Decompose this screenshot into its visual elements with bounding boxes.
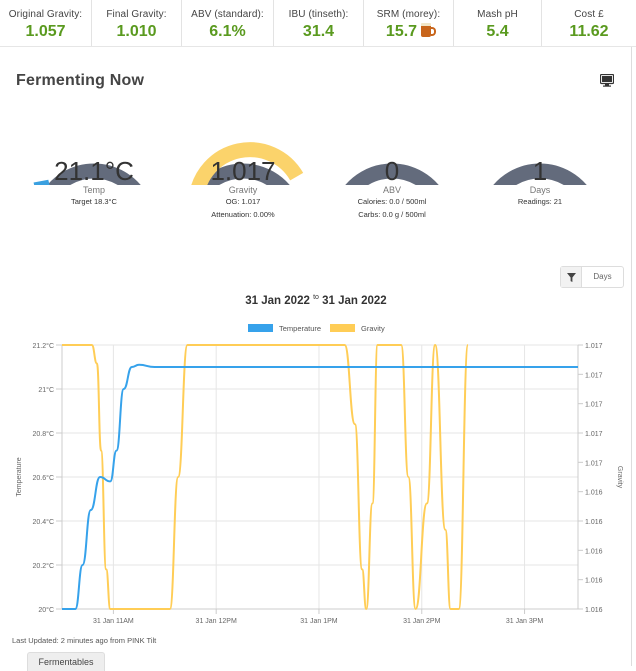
chart-legend: Temperature Gravity	[248, 324, 385, 333]
x-tick-label: 31 Jan 2PM	[403, 618, 441, 625]
panel-title: Fermenting Now	[16, 72, 145, 89]
legend-temperature-swatch	[248, 324, 273, 332]
abv-value: 0	[384, 156, 400, 186]
stat-value: 1.057	[0, 23, 91, 41]
stat-label: IBU (tinseth):	[288, 9, 349, 20]
gravity-og: OG: 1.017	[225, 197, 261, 206]
abv-gauge: 0 ABV Calories: 0.0 / 500ml Carbs: 0.0 g…	[326, 105, 458, 225]
left-tick-label: 21°C	[38, 386, 54, 394]
right-tick-label: 1.016	[585, 548, 603, 555]
tab-fermentables[interactable]: Fermentables	[27, 652, 105, 671]
recipe-stats-bar: Original Gravity: 1.057 Final Gravity: 1.01…	[0, 0, 636, 47]
filter-label: Days	[593, 272, 612, 281]
date-sep: to	[313, 294, 319, 301]
stat-value: 6.1%	[182, 23, 273, 41]
right-tick-label: 1.016	[585, 519, 603, 526]
stat-5: Mash pH 5.4	[454, 0, 542, 46]
y-axis-right-title: Gravity	[616, 466, 623, 489]
left-tick-label: 21.2°C	[33, 342, 54, 350]
y-axis-left-title: Temperature	[16, 457, 23, 496]
x-tick-label: 31 Jan 11AM	[93, 618, 134, 625]
right-tick-label: 1.016	[585, 578, 603, 585]
temp-target: Target 18.3°C	[71, 197, 117, 206]
days-value: 1	[532, 156, 548, 186]
stat-label: Original Gravity:	[8, 9, 83, 20]
fermentation-chart: Temperature Gravity 21.2°C 21°C 20.8°C 20.6°C…	[16, 324, 623, 625]
stat-value: 11.62	[542, 23, 636, 41]
temp-value: 21.1°C	[54, 156, 134, 186]
right-tick-label: 1.017	[585, 460, 603, 467]
x-tick-label: 31 Jan 3PM	[506, 618, 544, 625]
abv-carbs: Carbs: 0.0 g / 500ml	[358, 210, 426, 219]
stat-6: Cost £ 11.62	[542, 0, 636, 46]
legend-gravity-label: Gravity	[361, 324, 385, 333]
abv-label: ABV	[382, 185, 401, 195]
left-tick-label: 20.8°C	[33, 430, 54, 438]
stat-1: Final Gravity: 1.010	[92, 0, 182, 46]
stat-value-text: 11.62	[569, 23, 609, 40]
stat-3: IBU (tinseth): 31.4	[274, 0, 364, 46]
stat-value: 31.4	[274, 23, 363, 41]
stat-value-text: 5.4	[486, 23, 509, 40]
legend-gravity-swatch	[330, 324, 355, 332]
stat-value-text: 1.010	[116, 23, 157, 40]
beer-mug-icon	[421, 23, 437, 37]
left-tick-label: 20°C	[38, 606, 54, 614]
temperature-line	[62, 363, 578, 610]
fermenting-panel: Fermenting Now 21.1°C Temp Target 18.3°C…	[0, 47, 632, 671]
days-gauge: 1 Days Readings: 21	[474, 105, 606, 225]
gravity-value: 1.017	[210, 156, 276, 186]
monitor-icon[interactable]	[600, 74, 614, 87]
right-tick-label: 1.017	[585, 431, 603, 438]
stat-value: 5.4	[454, 23, 541, 41]
stat-value-text: 6.1%	[209, 23, 246, 40]
gravity-label: Gravity	[228, 185, 258, 195]
stat-value-text: 31.4	[302, 23, 335, 40]
abv-calories: Calories: 0.0 / 500ml	[357, 197, 427, 206]
stat-value-text: 1.057	[25, 23, 66, 40]
right-tick-label: 1.017	[585, 372, 603, 379]
gravity-gauge: 1.017 Gravity OG: 1.017 Attenuation: 0.0…	[177, 105, 309, 225]
stat-label: Cost £	[574, 9, 604, 20]
legend-temperature-label: Temperature	[279, 324, 321, 333]
date-to: 31 Jan 2022	[322, 294, 387, 307]
stat-value-text: 15.7	[385, 23, 418, 40]
chart-date-range: 31 Jan 2022 to 31 Jan 2022	[0, 294, 632, 307]
right-tick-label: 1.017	[585, 402, 603, 409]
stat-0: Original Gravity: 1.057	[0, 0, 92, 46]
stat-value: 15.7	[364, 23, 453, 41]
left-tick-label: 20.6°C	[33, 474, 54, 482]
last-updated: Last Updated: 2 minutes ago from PINK Ti…	[12, 636, 157, 645]
days-filter-button[interactable]: Days	[560, 266, 624, 288]
left-tick-label: 20.4°C	[33, 518, 54, 526]
left-tick-label: 20.2°C	[33, 562, 54, 570]
temp-gauge: 21.1°C Temp Target 18.3°C	[28, 105, 160, 225]
stat-label: ABV (standard):	[191, 9, 264, 20]
x-tick-label: 31 Jan 12PM	[196, 618, 237, 625]
temp-label: Temp	[82, 185, 105, 195]
stat-4: SRM (morey): 15.7	[364, 0, 454, 46]
date-from: 31 Jan 2022	[245, 294, 310, 307]
stat-label: SRM (morey):	[376, 9, 441, 20]
days-label: Days	[529, 185, 551, 195]
stat-2: ABV (standard): 6.1%	[182, 0, 274, 46]
gravity-attenuation: Attenuation: 0.00%	[211, 210, 275, 219]
stat-label: Mash pH	[477, 9, 518, 20]
stat-value: 1.010	[92, 23, 181, 41]
filter-icon	[561, 267, 582, 287]
right-tick-label: 1.016	[585, 490, 603, 497]
stat-label: Final Gravity:	[106, 9, 167, 20]
x-tick-label: 31 Jan 1PM	[300, 618, 338, 625]
days-readings: Readings: 21	[517, 197, 563, 206]
right-tick-label: 1.016	[585, 607, 603, 614]
right-tick-label: 1.017	[585, 343, 603, 350]
